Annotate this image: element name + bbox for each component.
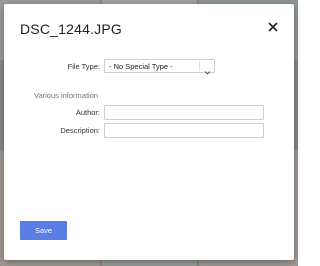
author-label: Author: [75, 108, 100, 117]
description-input[interactable] [104, 123, 264, 138]
chevron-down-icon[interactable] [204, 63, 211, 75]
description-label: Description: [60, 126, 100, 135]
author-input[interactable] [104, 105, 264, 120]
file-type-label: File Type: [67, 62, 100, 71]
file-type-selected-value: - No Special Type - [109, 62, 173, 71]
select-divider [199, 61, 200, 71]
file-type-select[interactable]: - No Special Type - [104, 59, 215, 75]
section-heading-various-information: Various information [34, 91, 99, 100]
close-icon[interactable] [266, 20, 280, 34]
dialog-title: DSC_1244.JPG [20, 21, 123, 37]
file-properties-dialog: DSC_1244.JPG File Type: - No Special Typ… [4, 4, 294, 260]
save-button[interactable]: Save [20, 221, 67, 240]
